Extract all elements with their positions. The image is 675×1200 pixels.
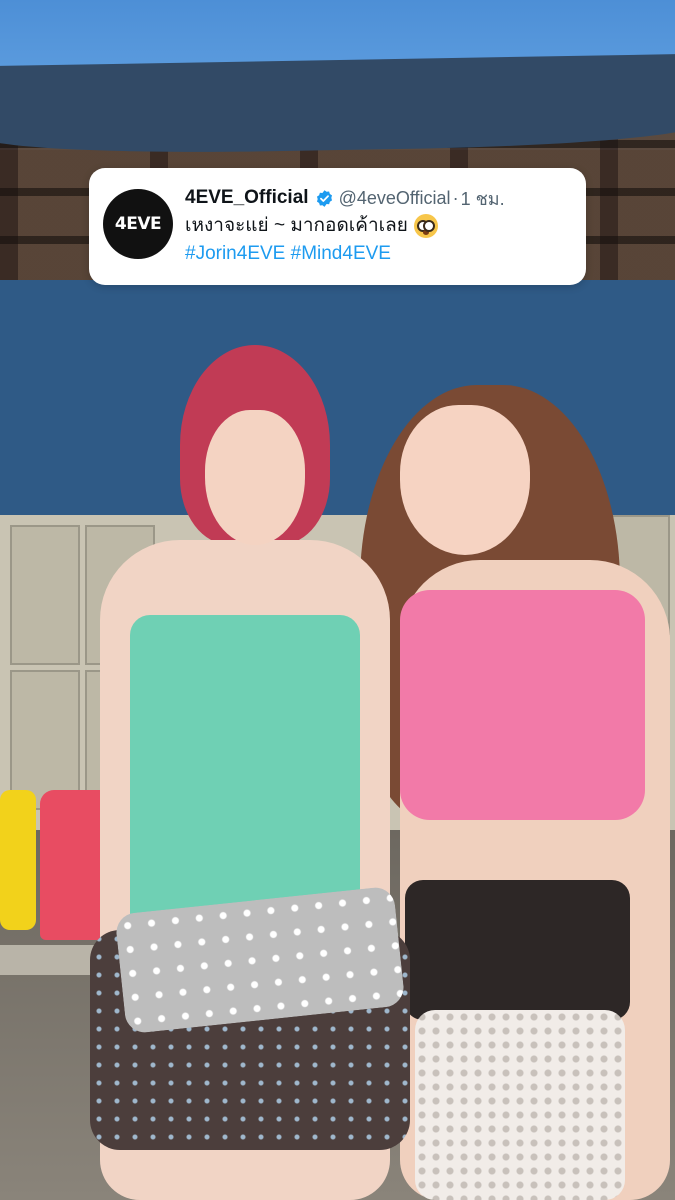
- person-right-lace-tights: [415, 1010, 625, 1200]
- hashtag-link[interactable]: #Jorin4EVE: [185, 243, 285, 264]
- locker-door: [10, 525, 80, 665]
- flushed-face-emoji-icon: [413, 214, 438, 238]
- person-right-pink-top: [400, 590, 645, 820]
- avatar[interactable]: 4EVE: [103, 189, 173, 259]
- tweet-header: 4EVE_Official @4eveOfficial · 1 ชม.: [185, 184, 572, 212]
- separator: ·: [452, 187, 459, 208]
- person-left-face: [205, 410, 305, 545]
- roof-edge: [0, 53, 675, 157]
- locker-door: [10, 670, 80, 810]
- tweet-text-content: เหงาจะแย่ ~ มากอดเค้าเลย: [185, 215, 408, 236]
- timestamp[interactable]: 1 ชม.: [461, 184, 505, 213]
- tweet-body: 4EVE_Official @4eveOfficial · 1 ชม. เหงา…: [185, 184, 572, 271]
- hashtags: #Jorin4EVE #Mind4EVE: [185, 240, 572, 268]
- verified-badge-icon: [315, 189, 334, 208]
- hashtag-link[interactable]: #Mind4EVE: [291, 243, 391, 264]
- handle[interactable]: @4eveOfficial: [339, 188, 451, 209]
- person-right-leather-shorts: [405, 880, 630, 1020]
- tweet-card[interactable]: 4EVE 4EVE_Official @4eveOfficial · 1 ชม.…: [89, 168, 586, 285]
- display-name[interactable]: 4EVE_Official: [185, 187, 309, 209]
- tweet-text: เหงาจะแย่ ~ มากอดเค้าเลย: [185, 212, 572, 240]
- yellow-chair: [0, 790, 36, 930]
- person-right-face: [400, 405, 530, 555]
